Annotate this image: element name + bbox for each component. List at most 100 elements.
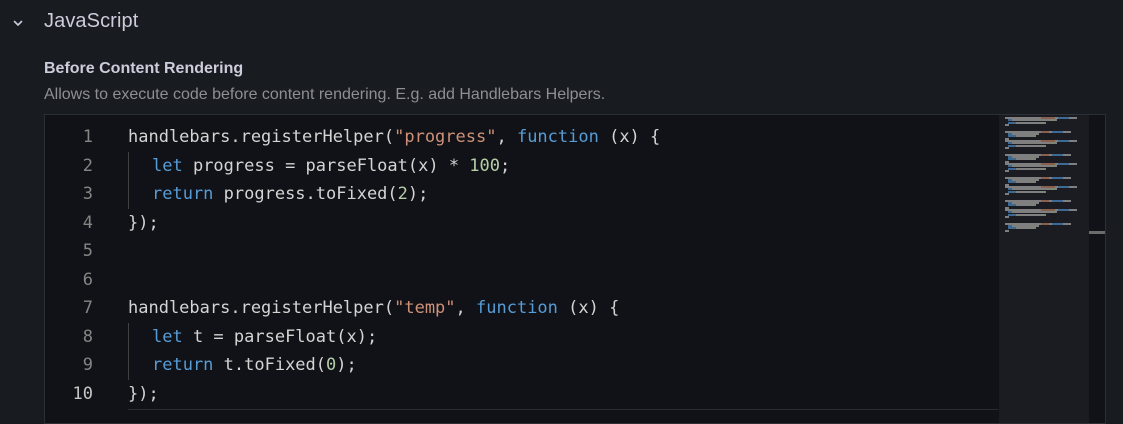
indent-guide: [128, 180, 129, 209]
chevron-down-icon[interactable]: [10, 15, 26, 31]
code-line[interactable]: let t = parseFloat(x);: [128, 322, 998, 351]
line-number: 2: [82, 155, 93, 176]
minimap-token: [1041, 222, 1049, 225]
minimap-token: [1069, 209, 1077, 211]
minimap-token: [1033, 135, 1036, 138]
minimap-token: [1033, 158, 1036, 161]
minimap-token: [1052, 130, 1063, 133]
code-minimap[interactable]: [999, 115, 1089, 423]
line-number-gutter: 1 2 3 4 5 6 7 8 9 10: [45, 123, 105, 408]
field-description: Allows to execute code before content re…: [44, 86, 606, 103]
minimap-token: [1063, 153, 1071, 156]
minimap-token: [1016, 227, 1031, 230]
minimap-token: [1005, 192, 1009, 195]
code-token: ;: [500, 155, 511, 176]
code-line[interactable]: return t.toFixed(0);: [128, 351, 998, 380]
minimap-token: [1063, 176, 1071, 179]
minimap-token: [1005, 146, 1009, 149]
current-line-highlight: [128, 409, 998, 423]
minimap-token: [1041, 176, 1049, 179]
line-number: 5: [82, 241, 93, 261]
minimap-token: [1008, 121, 1016, 124]
code-line[interactable]: handlebars.registerHelper("temp", functi…: [128, 294, 998, 323]
minimap-token: [1063, 222, 1071, 225]
minimap-token: [1043, 144, 1046, 147]
code-token: );: [407, 184, 429, 204]
minimap-token: [1016, 213, 1041, 216]
code-line[interactable]: return progress.toFixed(2);: [128, 180, 998, 209]
code-token: );: [336, 355, 357, 375]
code-text-area[interactable]: handlebars.registerHelper( "progress", fu…: [128, 123, 998, 408]
minimap-token: [1069, 186, 1077, 188]
code-line[interactable]: });: [128, 380, 998, 409]
code-token: });: [128, 383, 159, 404]
code-token: t = parseFloat(x);: [182, 326, 378, 347]
code-line[interactable]: });: [128, 209, 998, 238]
minimap-token: [1016, 204, 1031, 207]
code-token: return: [152, 184, 214, 204]
indent-guide: [128, 151, 129, 180]
minimap-token: [1008, 167, 1016, 170]
minimap-token: [1043, 213, 1046, 216]
code-editor[interactable]: 1 2 3 4 5 6 7 8 9 10 handlebars.registerHelper( "p…: [44, 114, 1106, 424]
minimap-token: [1043, 190, 1046, 193]
line-number: 7: [82, 298, 93, 318]
code-token: ,: [455, 298, 477, 318]
minimap-token: [1058, 117, 1069, 119]
minimap-token: [1041, 130, 1049, 133]
line-number: 1: [82, 127, 93, 147]
indent-guide: [128, 322, 129, 351]
code-token: let: [152, 326, 183, 347]
minimap-token: [1063, 199, 1071, 202]
section-header[interactable]: JavaScript: [0, 0, 1123, 48]
minimap-token: [1005, 123, 1009, 126]
minimap-token: [1016, 167, 1041, 170]
minimap-token: [1058, 140, 1069, 142]
code-token: progress.toFixed(: [213, 184, 398, 204]
code-line[interactable]: [128, 266, 998, 295]
line-number: 4: [82, 212, 93, 233]
vertical-scrollbar[interactable]: [1089, 115, 1105, 423]
code-token: 0: [326, 355, 337, 375]
code-token: progress = parseFloat(x) *: [182, 155, 470, 176]
minimap-token: [1069, 140, 1077, 142]
section-title: JavaScript: [44, 10, 139, 32]
line-number: 3: [82, 184, 93, 204]
minimap-token: [1005, 229, 1009, 232]
field-label: Before Content Rendering: [44, 60, 244, 77]
code-token: "temp": [394, 298, 456, 318]
code-token: "progress": [394, 127, 497, 147]
minimap-token: [1008, 181, 1016, 184]
code-token: 2: [397, 184, 408, 204]
line-number: 8: [82, 326, 93, 347]
minimap-token: [1008, 190, 1016, 193]
line-number: 10: [72, 383, 93, 404]
code-line[interactable]: let progress = parseFloat(x) * 100;: [128, 151, 998, 180]
minimap-token: [1033, 204, 1036, 207]
minimap-token: [1055, 165, 1057, 168]
minimap-token: [1052, 222, 1063, 225]
code-token: handlebars.registerHelper(: [128, 298, 395, 318]
minimap-token: [1069, 117, 1077, 119]
minimap-token: [1008, 135, 1016, 138]
minimap-token: [1041, 199, 1049, 202]
minimap-token: [1043, 167, 1046, 170]
code-token: return: [152, 355, 214, 375]
minimap-token: [1052, 153, 1063, 156]
minimap-token: [1063, 130, 1071, 133]
code-line[interactable]: handlebars.registerHelper("progress", fu…: [128, 123, 998, 152]
indent-guide: [128, 351, 129, 380]
minimap-token: [1033, 227, 1036, 230]
scrollbar-thumb[interactable]: [1089, 231, 1105, 234]
minimap-token: [1055, 119, 1057, 122]
minimap-token: [1008, 158, 1016, 161]
line-number: 6: [82, 269, 93, 290]
minimap-token: [1033, 181, 1036, 184]
code-token: function: [476, 298, 558, 318]
code-token: (x) {: [557, 298, 620, 318]
minimap-token: [1055, 142, 1057, 145]
minimap-token: [1016, 190, 1041, 193]
minimap-token: [1016, 144, 1041, 147]
line-number: 9: [82, 355, 93, 375]
code-line[interactable]: [128, 237, 998, 266]
